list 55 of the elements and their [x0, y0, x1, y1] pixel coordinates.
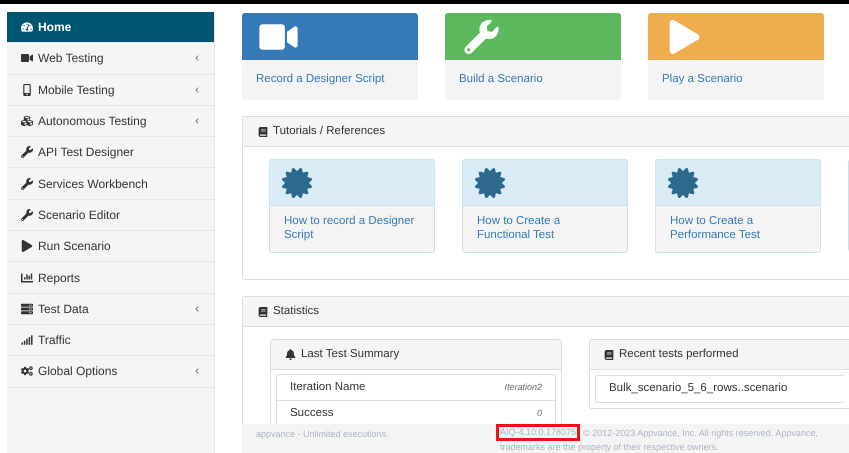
action-tile[interactable]: Build a Scenario: [445, 13, 621, 100]
copyright-text: trademarks are the property of their respective owners.: [499, 441, 720, 453]
sidebar-item[interactable]: Autonomous Testing: [7, 106, 214, 138]
tutorial-card[interactable]: How to Create a Functional Test: [462, 159, 628, 253]
row-value: Iteration2: [504, 380, 542, 394]
book-icon: [258, 126, 268, 136]
tile-label: Record a Designer Script: [256, 72, 384, 88]
sidebar-item[interactable]: Home: [7, 12, 214, 44]
tutorial-link: How to Create a Performance Test: [670, 214, 761, 242]
tutorial-link: How to Create a Functional Test: [477, 214, 562, 242]
tutorial-card[interactable]: How to record a Designer Script: [269, 159, 435, 253]
badge-icon: [668, 168, 698, 198]
dashboard-icon: [21, 21, 33, 34]
wrench-icon: [21, 146, 33, 158]
signal-icon: [21, 334, 33, 346]
sidebar-item[interactable]: Web Testing: [7, 43, 214, 75]
sidebar-item[interactable]: Reports: [7, 262, 214, 294]
panel-title: Statistics: [273, 304, 320, 319]
video-camera-icon: [21, 52, 33, 64]
wrench-icon: [21, 178, 33, 190]
gears-icon: [21, 365, 33, 378]
book-icon: [604, 350, 614, 360]
sidebar-item[interactable]: Global Options: [7, 356, 214, 388]
wrench-icon: [21, 208, 33, 221]
copyright-text: © 2012-2023 Appvance, Inc. All rights reserved. Appvance,: [583, 427, 818, 440]
row-value: 0: [536, 407, 542, 420]
version-text: AIQ-4.10.0.178075: [496, 424, 580, 441]
book-icon: [258, 306, 268, 316]
card-title: Recent tests performed: [619, 346, 739, 362]
sidebar-item[interactable]: API Test Designer: [7, 137, 214, 168]
badge-icon: [282, 168, 312, 198]
license-text: appvance - Unlimited executions.: [256, 428, 390, 441]
tutorial-card[interactable]: How to Create a Performance Test: [655, 159, 821, 253]
sidebar-item[interactable]: Mobile Testing: [7, 74, 214, 106]
list-icon: [21, 302, 33, 315]
panel-title: Tutorials / References: [273, 124, 386, 139]
sidebar-item[interactable]: Scenario Editor: [7, 200, 214, 232]
bell-icon: [285, 349, 296, 360]
action-tile[interactable]: Play a Scenario: [648, 13, 824, 100]
card-title: Last Test Summary: [301, 346, 400, 362]
play-icon: [21, 240, 33, 252]
row-label: Success: [290, 406, 334, 422]
row-label: Iteration Name: [290, 380, 366, 395]
bar-chart-icon: [21, 272, 33, 284]
tutorial-link: How to record a Designer Script: [284, 214, 416, 242]
phone-icon: [21, 84, 33, 96]
tile-label: Build a Scenario: [459, 72, 543, 88]
sidebar-item[interactable]: Test Data: [7, 294, 214, 325]
tile-label: Play a Scenario: [662, 72, 743, 88]
action-tile[interactable]: Record a Designer Script: [242, 13, 418, 100]
sidebar-item[interactable]: Traffic: [7, 324, 214, 356]
sidebar-item[interactable]: Services Workbench: [7, 168, 214, 200]
sidebar-item[interactable]: Run Scenario: [7, 231, 214, 262]
badge-icon: [475, 168, 505, 198]
cubes-icon: [21, 115, 33, 128]
